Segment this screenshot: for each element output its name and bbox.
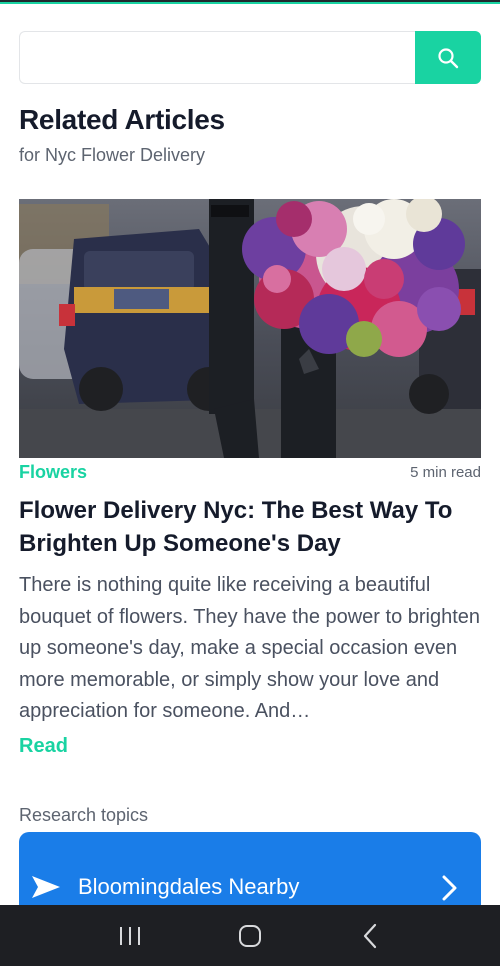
recents-button[interactable]: [100, 916, 160, 956]
article-read-time: 5 min read: [410, 463, 481, 481]
send-arrow-icon: [32, 876, 60, 898]
article-meta: Flowers 5 min read: [19, 460, 481, 484]
search-input[interactable]: [19, 31, 415, 84]
recents-icon: [120, 926, 140, 945]
article-category[interactable]: Flowers: [19, 462, 87, 483]
home-icon: [239, 924, 261, 947]
search-icon: [438, 47, 459, 68]
section-title: Related Articles: [19, 104, 225, 135]
article-image[interactable]: [19, 199, 481, 458]
home-button[interactable]: [220, 916, 280, 956]
flower-bouquet-photo: [19, 199, 481, 458]
research-topics-label: Research topics: [19, 805, 149, 825]
system-navigation-bar: [0, 905, 500, 966]
article-title[interactable]: Flower Delivery Nyc: The Best Way To Bri…: [19, 494, 481, 560]
back-button[interactable]: [340, 916, 400, 956]
search-button[interactable]: [415, 31, 481, 84]
chevron-right-icon: [442, 875, 457, 901]
section-subtitle: for Nyc Flower Delivery: [19, 145, 206, 165]
topic-label: Bloomingdales Nearby: [78, 874, 300, 899]
back-icon: [363, 923, 377, 948]
read-article-link[interactable]: Read: [19, 735, 68, 758]
search-bar: [19, 31, 481, 84]
article-excerpt: There is nothing quite like receiving a …: [19, 574, 481, 722]
top-accent-bar: [0, 0, 500, 4]
